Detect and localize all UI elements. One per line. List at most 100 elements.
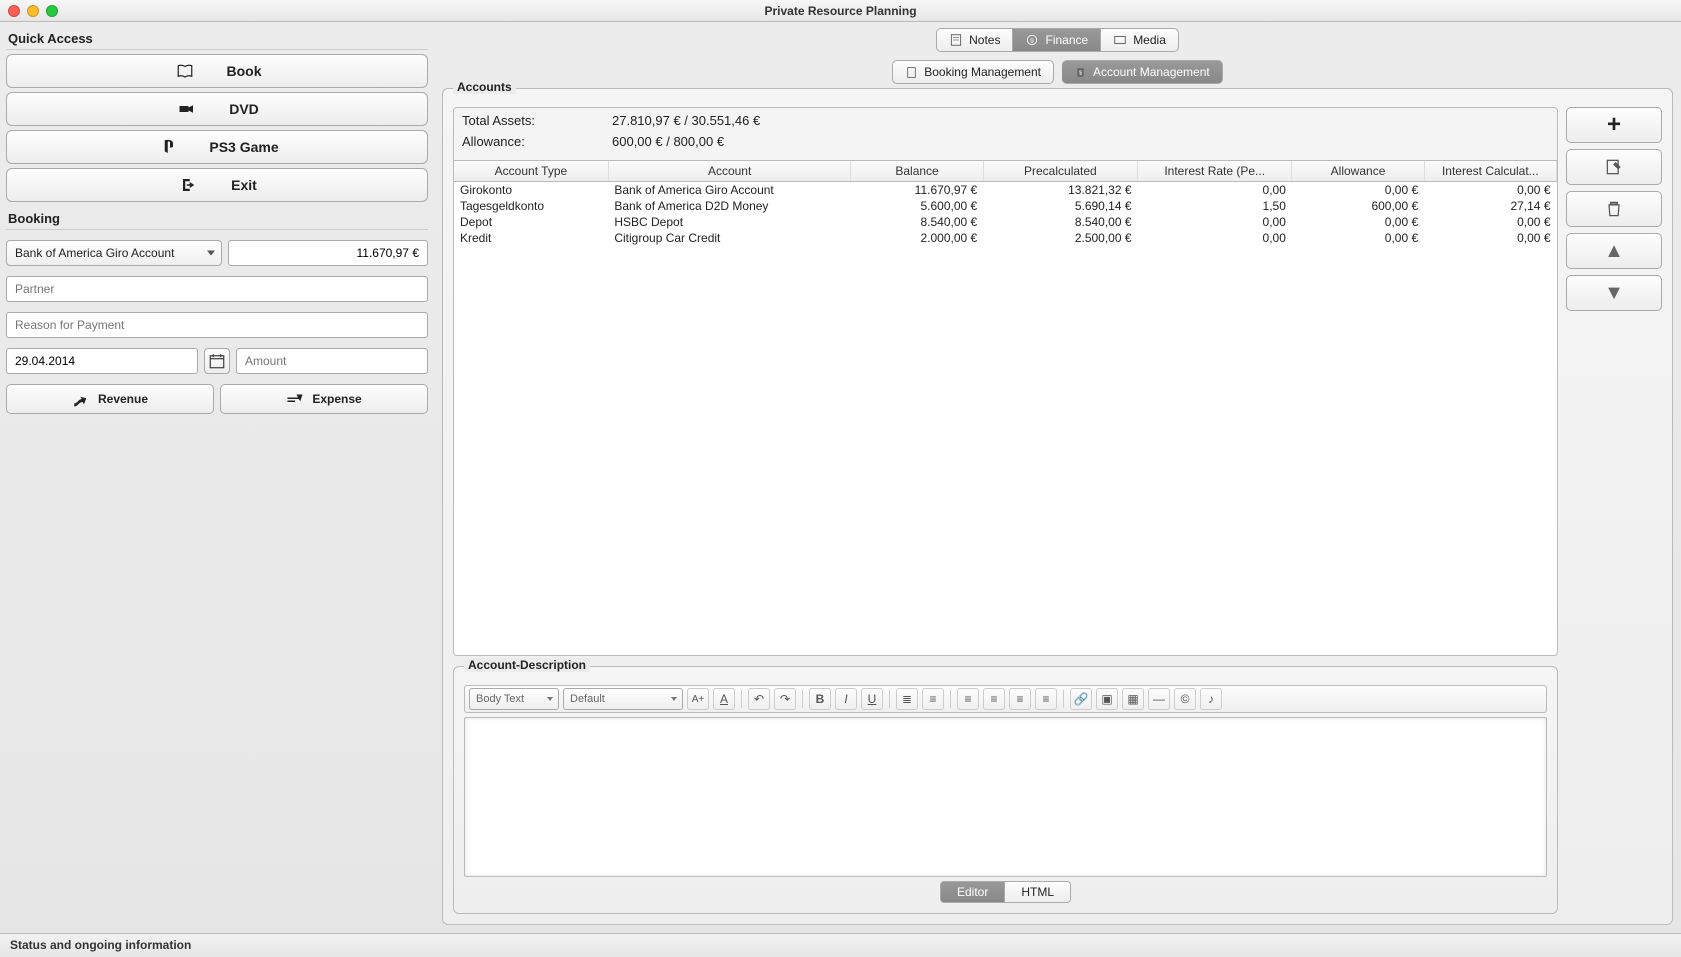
playstation-icon: [155, 138, 179, 156]
cell-rate: 1,50: [1138, 198, 1292, 214]
minimize-window-icon[interactable]: [27, 5, 39, 17]
redo-icon: ↷: [780, 692, 790, 706]
symbol-button[interactable]: ©: [1174, 688, 1196, 710]
redo-button[interactable]: ↷: [774, 688, 796, 710]
editor-textarea[interactable]: [464, 717, 1547, 877]
tab-booking-management[interactable]: Booking Management: [892, 60, 1054, 84]
account-description-panel: Account-Description Body Text Default A+…: [453, 666, 1558, 914]
booking-balance-field[interactable]: [228, 240, 428, 266]
tab-notes-label: Notes: [969, 33, 1000, 47]
quick-access-label: Quick Access: [6, 28, 428, 50]
delete-account-button[interactable]: [1566, 191, 1662, 227]
cell-type: Tagesgeldkonto: [454, 198, 608, 214]
ps3-game-button[interactable]: PS3 Game: [6, 130, 428, 164]
th-interest-rate[interactable]: Interest Rate (Pe...: [1138, 161, 1292, 182]
booking-label: Booking: [6, 208, 428, 230]
th-account-type[interactable]: Account Type: [454, 161, 608, 182]
style-select[interactable]: Body Text: [469, 688, 559, 710]
move-down-button[interactable]: ▼: [1566, 275, 1662, 311]
editor-tab-editor[interactable]: Editor: [940, 881, 1005, 903]
bold-button[interactable]: B: [809, 688, 831, 710]
book-icon: [173, 62, 197, 80]
partner-field[interactable]: [6, 276, 428, 302]
table-row[interactable]: GirokontoBank of America Giro Account11.…: [454, 182, 1557, 199]
bold-icon: B: [816, 692, 825, 706]
accounts-table[interactable]: Account Type Account Balance Precalculat…: [453, 160, 1558, 656]
undo-button[interactable]: ↶: [748, 688, 770, 710]
underline-button[interactable]: U: [861, 688, 883, 710]
th-allowance[interactable]: Allowance: [1292, 161, 1424, 182]
close-window-icon[interactable]: [8, 5, 20, 17]
table-button[interactable]: ▦: [1122, 688, 1144, 710]
cell-precalc: 2.500,00 €: [983, 230, 1137, 246]
image-button[interactable]: ▣: [1096, 688, 1118, 710]
table-row[interactable]: DepotHSBC Depot8.540,00 €8.540,00 €0,000…: [454, 214, 1557, 230]
toolbar-separator: [1063, 690, 1064, 708]
tab-notes[interactable]: Notes: [936, 28, 1013, 52]
reason-field[interactable]: [6, 312, 428, 338]
align-justify-icon: ≡: [1042, 692, 1049, 706]
th-balance[interactable]: Balance: [851, 161, 983, 182]
tab-media-label: Media: [1133, 33, 1166, 47]
expense-button[interactable]: Expense: [220, 384, 428, 414]
align-justify-button[interactable]: ≡: [1035, 688, 1057, 710]
th-interest-calc[interactable]: Interest Calculat...: [1424, 161, 1556, 182]
camera-icon: [175, 100, 199, 118]
zoom-window-icon[interactable]: [46, 5, 58, 17]
link-icon: 🔗: [1074, 692, 1089, 706]
book-button[interactable]: Book: [6, 54, 428, 88]
table-row[interactable]: KreditCitigroup Car Credit2.000,00 €2.50…: [454, 230, 1557, 246]
date-field[interactable]: [6, 348, 198, 374]
revenue-icon: [72, 390, 90, 408]
cell-balance: 2.000,00 €: [851, 230, 983, 246]
trash-icon: [1604, 199, 1624, 219]
align-center-button[interactable]: ≡: [983, 688, 1005, 710]
dvd-button[interactable]: DVD: [6, 92, 428, 126]
tab-account-management[interactable]: $ Account Management: [1062, 60, 1223, 84]
link-button[interactable]: 🔗: [1070, 688, 1092, 710]
cell-account: Bank of America D2D Money: [608, 198, 851, 214]
cell-rate: 0,00: [1138, 230, 1292, 246]
undo-icon: ↶: [754, 692, 764, 706]
tab-media[interactable]: Media: [1101, 28, 1179, 52]
hr-button[interactable]: —: [1148, 688, 1170, 710]
add-account-button[interactable]: +: [1566, 107, 1662, 143]
move-up-button[interactable]: ▲: [1566, 233, 1662, 269]
number-list-button[interactable]: ≡: [922, 688, 944, 710]
table-header-row: Account Type Account Balance Precalculat…: [454, 161, 1557, 182]
total-assets-label: Total Assets:: [462, 113, 612, 128]
booking-account-select[interactable]: Bank of America Giro Account: [6, 240, 222, 266]
bullet-list-button[interactable]: ≣: [896, 688, 918, 710]
plus-icon: +: [1607, 111, 1621, 139]
editor-tab-html[interactable]: HTML: [1005, 881, 1071, 903]
hr-icon: —: [1153, 692, 1165, 706]
cell-type: Kredit: [454, 230, 608, 246]
amount-field[interactable]: [236, 348, 428, 374]
align-left-button[interactable]: ≡: [957, 688, 979, 710]
expense-icon: [286, 390, 304, 408]
italic-icon: I: [844, 692, 847, 706]
sidebar: Quick Access Book DVD PS3 Game Exit Bo: [0, 22, 434, 933]
th-account[interactable]: Account: [608, 161, 851, 182]
align-right-button[interactable]: ≡: [1009, 688, 1031, 710]
cell-intcalc: 0,00 €: [1424, 230, 1556, 246]
th-precalculated[interactable]: Precalculated: [983, 161, 1137, 182]
exit-button[interactable]: Exit: [6, 168, 428, 202]
date-picker-button[interactable]: [204, 348, 230, 374]
cell-account: Bank of America Giro Account: [608, 182, 851, 199]
font-increase-button[interactable]: A+: [687, 688, 709, 710]
tab-finance-label: Finance: [1045, 33, 1088, 47]
expense-button-label: Expense: [312, 392, 361, 406]
main-area: Notes $ Finance Media Booking Management…: [434, 22, 1681, 933]
tab-finance[interactable]: $ Finance: [1013, 28, 1101, 52]
attach-button[interactable]: ♪: [1200, 688, 1222, 710]
edit-account-button[interactable]: [1566, 149, 1662, 185]
cell-precalc: 13.821,32 €: [983, 182, 1137, 199]
font-color-button[interactable]: A: [713, 688, 735, 710]
font-select[interactable]: Default: [563, 688, 683, 710]
symbol-icon: ©: [1181, 692, 1190, 706]
table-row[interactable]: TagesgeldkontoBank of America D2D Money5…: [454, 198, 1557, 214]
revenue-button[interactable]: Revenue: [6, 384, 214, 414]
arrow-down-icon: ▼: [1604, 282, 1624, 305]
italic-button[interactable]: I: [835, 688, 857, 710]
